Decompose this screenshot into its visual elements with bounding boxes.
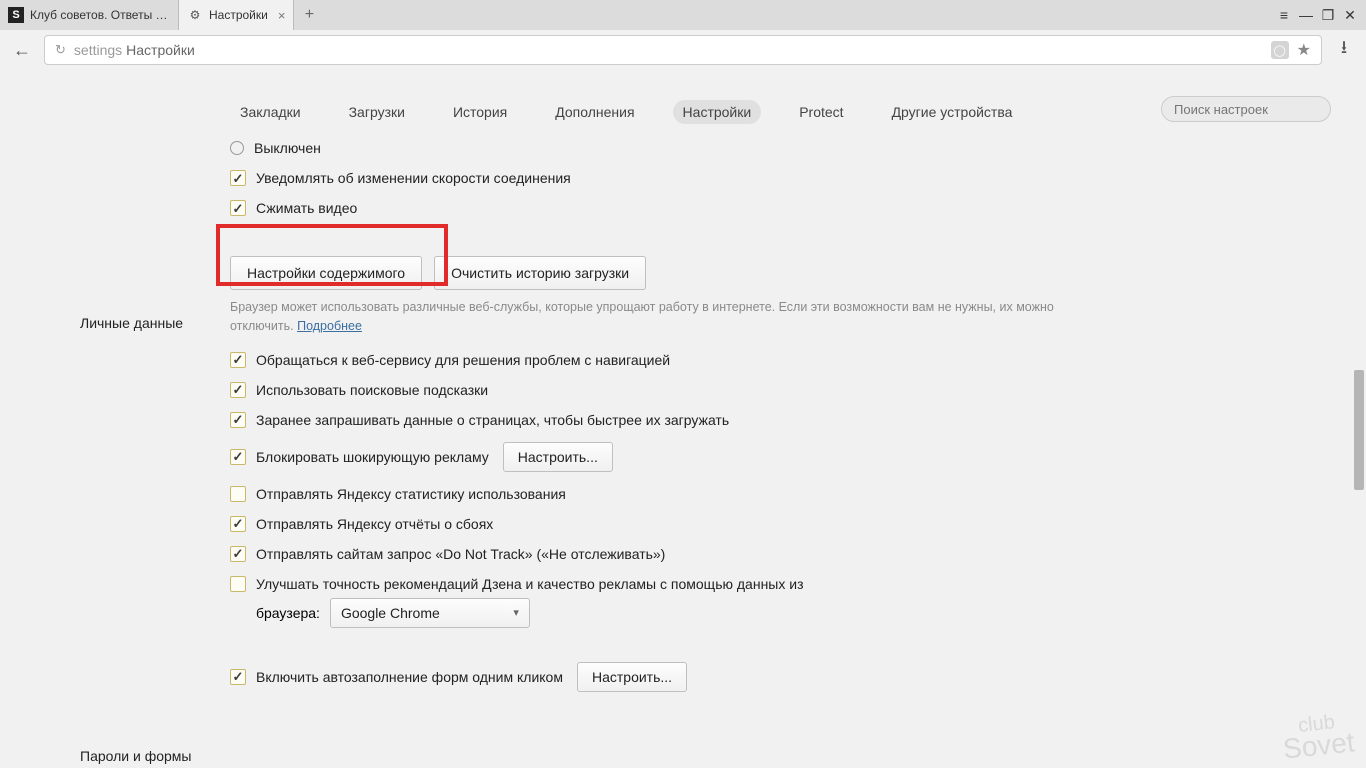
opt-send-crash-label: Отправлять Яндексу отчёты о сбоях <box>256 516 493 532</box>
section-heading-personal: Личные данные <box>80 315 183 331</box>
hint-more-link[interactable]: Подробнее <box>297 319 362 333</box>
checkbox-icon[interactable] <box>230 486 246 502</box>
opt-suggestions-label: Использовать поисковые подсказки <box>256 382 488 398</box>
turbo-compress-label: Сжимать видео <box>256 200 357 216</box>
settings-search <box>1161 96 1331 122</box>
search-input[interactable] <box>1161 96 1331 122</box>
address-prefix: settings <box>74 42 122 58</box>
bookmark-star-icon[interactable]: ★ <box>1297 40 1311 60</box>
clear-history-button[interactable]: Очистить историю загрузки <box>434 256 646 290</box>
opt-block-ads[interactable]: Блокировать шокирующую рекламу Настроить… <box>230 442 1326 472</box>
nav-settings[interactable]: Настройки <box>673 100 762 124</box>
autofill-configure-button[interactable]: Настроить... <box>577 662 687 692</box>
opt-dnt[interactable]: Отправлять сайтам запрос «Do Not Track» … <box>230 546 1326 562</box>
opt-zen-label: Улучшать точность рекомендаций Дзена и к… <box>256 576 804 592</box>
turbo-off-row[interactable]: Выключен <box>230 140 1326 156</box>
scrollbar[interactable] <box>1352 70 1366 758</box>
opt-nav-service[interactable]: Обращаться к веб-сервису для решения про… <box>230 352 1326 368</box>
downloads-icon[interactable]: ⭳ <box>1332 35 1356 65</box>
opt-nav-service-label: Обращаться к веб-сервису для решения про… <box>256 352 670 368</box>
nav-protect[interactable]: Protect <box>789 100 853 124</box>
back-button[interactable]: ← <box>10 38 34 62</box>
checkbox-icon[interactable] <box>230 412 246 428</box>
menu-icon[interactable]: ≡ <box>1274 5 1294 25</box>
opt-dnt-label: Отправлять сайтам запрос «Do Not Track» … <box>256 546 665 562</box>
opt-send-stats-label: Отправлять Яндексу статистику использова… <box>256 486 566 502</box>
checkbox-icon[interactable] <box>230 449 246 465</box>
gear-icon: ⚙ <box>187 7 203 23</box>
checkbox-icon[interactable] <box>230 546 246 562</box>
turbo-notify-label: Уведомлять об изменении скорости соедине… <box>256 170 571 186</box>
maximize-icon[interactable]: ❐ <box>1318 5 1338 25</box>
checkbox-icon[interactable] <box>230 576 246 592</box>
opt-send-crash[interactable]: Отправлять Яндексу отчёты о сбоях <box>230 516 1326 532</box>
opt-autofill[interactable]: Включить автозаполнение форм одним клико… <box>230 662 1326 692</box>
reload-icon[interactable]: ↻ <box>55 42 66 58</box>
favicon-s-icon: S <box>8 7 24 23</box>
settings-topnav: Закладки Загрузки История Дополнения Нас… <box>230 100 1022 124</box>
nav-addons[interactable]: Дополнения <box>545 100 644 124</box>
nav-other-devices[interactable]: Другие устройства <box>882 100 1023 124</box>
tab-strip: S Клуб советов. Ответы на вс ⚙ Настройки… <box>0 0 1366 30</box>
nav-history[interactable]: История <box>443 100 517 124</box>
close-window-icon[interactable]: ✕ <box>1340 5 1360 25</box>
opt-zen[interactable]: Улучшать точность рекомендаций Дзена и к… <box>230 576 1326 592</box>
opt-block-ads-label: Блокировать шокирующую рекламу <box>256 449 489 465</box>
minimize-icon[interactable]: — <box>1296 5 1316 25</box>
checkbox-icon[interactable] <box>230 200 246 216</box>
checkbox-icon[interactable] <box>230 669 246 685</box>
browser-select-row: браузера: Google Chrome ▾ <box>256 598 1326 628</box>
turbo-compress-row[interactable]: Сжимать видео <box>230 200 1326 216</box>
chevron-down-icon: ▾ <box>513 606 519 619</box>
checkbox-icon[interactable] <box>230 352 246 368</box>
settings-page: Закладки Загрузки История Дополнения Нас… <box>0 70 1366 768</box>
opt-autofill-label: Включить автозаполнение форм одним клико… <box>256 669 563 685</box>
opt-send-stats[interactable]: Отправлять Яндексу статистику использова… <box>230 486 1326 502</box>
protect-badge-icon[interactable]: ◯ <box>1271 41 1289 59</box>
settings-content: Выключен Уведомлять об изменении скорост… <box>230 140 1326 706</box>
radio-icon[interactable] <box>230 141 244 155</box>
content-settings-button[interactable]: Настройки содержимого <box>230 256 422 290</box>
address-row: ← ↻ settings Настройки ◯ ★ ⭳ <box>0 30 1366 70</box>
configure-ads-button[interactable]: Настроить... <box>503 442 613 472</box>
turbo-off-label: Выключен <box>254 140 321 156</box>
browser-select-value: Google Chrome <box>341 605 440 621</box>
checkbox-icon[interactable] <box>230 170 246 186</box>
checkbox-icon[interactable] <box>230 382 246 398</box>
close-tab-icon[interactable]: × <box>278 8 286 23</box>
opt-prefetch-label: Заранее запрашивать данные о страницах, … <box>256 412 729 428</box>
browser-select[interactable]: Google Chrome ▾ <box>330 598 530 628</box>
nav-bookmarks[interactable]: Закладки <box>230 100 311 124</box>
personal-buttons-row: Настройки содержимого Очистить историю з… <box>230 256 1326 290</box>
opt-suggestions[interactable]: Использовать поисковые подсказки <box>230 382 1326 398</box>
window-controls: ≡ — ❐ ✕ <box>1274 0 1366 30</box>
address-text: Настройки <box>126 42 195 58</box>
tab-1-active[interactable]: ⚙ Настройки × <box>179 0 294 30</box>
tab-0[interactable]: S Клуб советов. Ответы на вс <box>0 0 179 30</box>
nav-downloads[interactable]: Загрузки <box>339 100 415 124</box>
tab-title-1: Настройки <box>209 8 268 22</box>
turbo-notify-row[interactable]: Уведомлять об изменении скорости соедине… <box>230 170 1326 186</box>
scroll-thumb[interactable] <box>1354 370 1364 490</box>
tab-title-0: Клуб советов. Ответы на вс <box>30 8 170 22</box>
checkbox-icon[interactable] <box>230 516 246 532</box>
personal-hint: Браузер может использовать различные веб… <box>230 298 1100 336</box>
section-heading-passwords: Пароли и формы <box>80 748 191 764</box>
new-tab-button[interactable]: + <box>294 0 324 30</box>
address-bar[interactable]: ↻ settings Настройки ◯ ★ <box>44 35 1322 65</box>
opt-prefetch[interactable]: Заранее запрашивать данные о страницах, … <box>230 412 1326 428</box>
browser-select-label: браузера: <box>256 605 320 621</box>
